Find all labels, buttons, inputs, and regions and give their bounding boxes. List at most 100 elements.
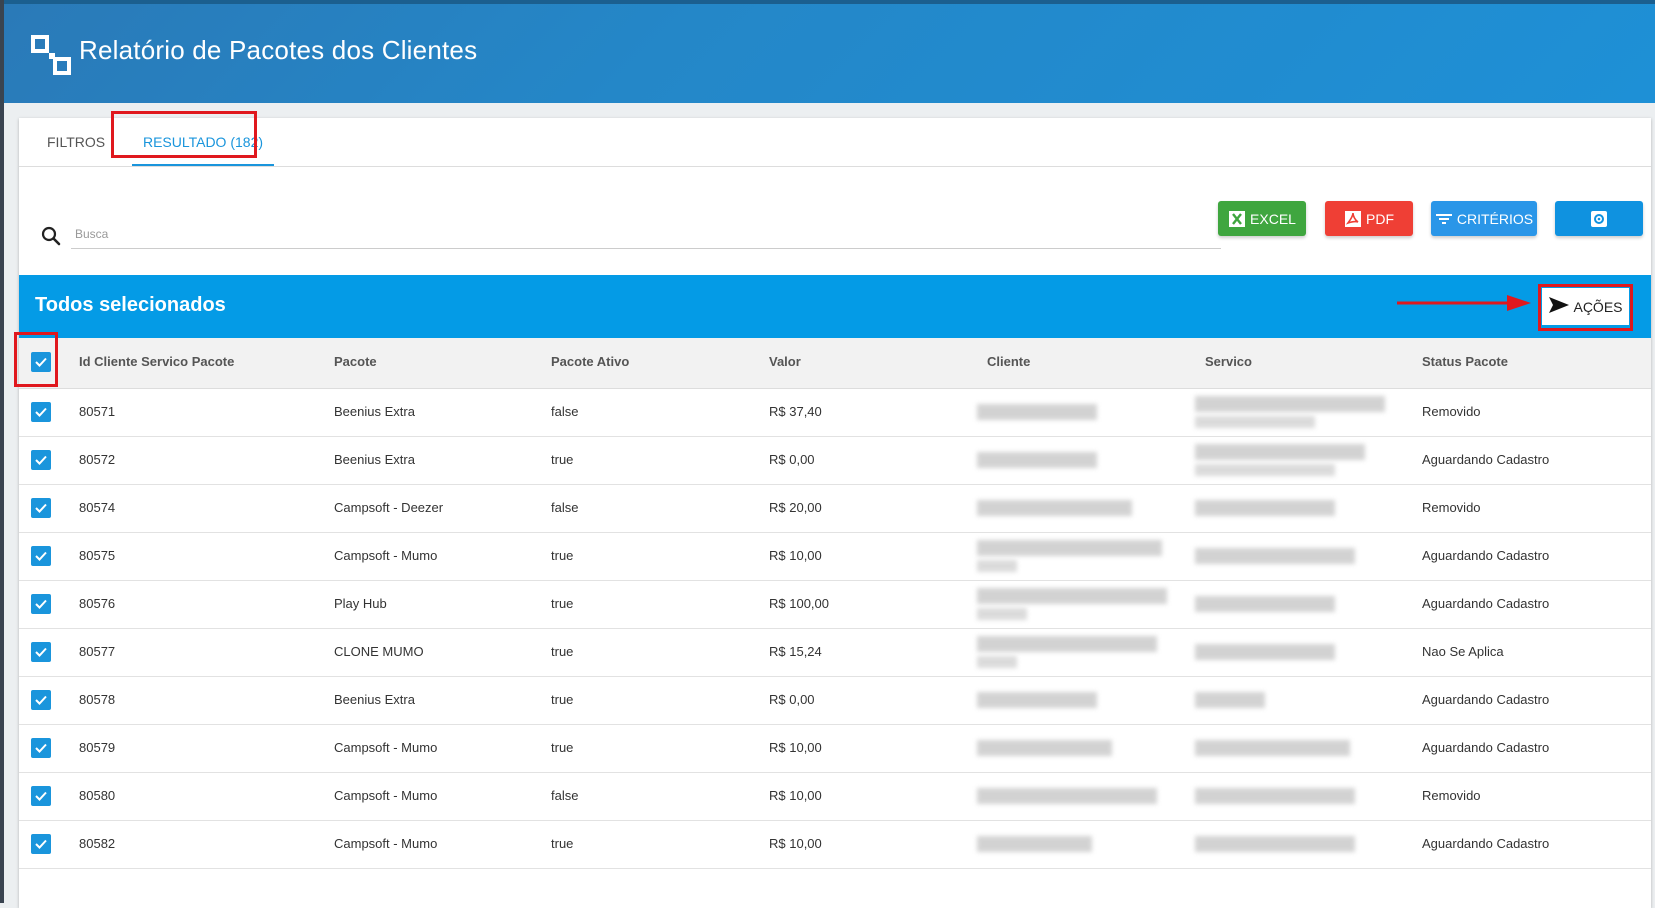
column-header-servico[interactable]: Servico (1205, 338, 1252, 386)
cell-pacote: Campsoft - Mumo (334, 836, 438, 851)
cell-valor: R$ 37,40 (769, 404, 822, 419)
row-checkbox[interactable] (31, 834, 51, 854)
cell-servico-redacted-line (1195, 464, 1335, 476)
cell-cliente-redacted (977, 692, 1097, 708)
criterios-button-label: CRITÉRIOS (1456, 210, 1534, 227)
cell-cliente-redacted (977, 636, 1157, 652)
cell-id: 80574 (79, 500, 116, 515)
acoes-button-label: AÇÕES (1573, 298, 1623, 315)
table-row[interactable]: 80574 Campsoft - Deezer false R$ 20,00 Remov… (19, 484, 1651, 533)
cell-pacote-ativo: true (551, 452, 574, 467)
table-row[interactable]: 80572 Beenius Extra true R$ 0,00 Aguardando … (19, 436, 1651, 485)
acoes-button[interactable]: AÇÕES (1542, 288, 1629, 325)
row-checkbox[interactable] (31, 786, 51, 806)
search-input[interactable] (71, 220, 1221, 249)
page-title: Relatório de Pacotes dos Clientes (79, 35, 478, 65)
cell-cliente-redacted (977, 452, 1097, 468)
cell-servico-redacted (1195, 644, 1335, 660)
settings-button[interactable] (1555, 201, 1643, 236)
column-header-id[interactable]: Id Cliente Servico Pacote (79, 338, 234, 386)
cell-status-pacote: Aguardando Cadastro (1422, 452, 1550, 467)
cell-cliente-redacted (977, 540, 1162, 556)
table-row[interactable]: 80577 CLONE MUMO true R$ 15,24 Nao Se Aplica (19, 628, 1651, 677)
tab-filtros[interactable]: FILTROS (47, 118, 117, 166)
cell-status-pacote: Aguardando Cadastro (1422, 836, 1550, 851)
select-all-checkbox[interactable] (31, 352, 51, 372)
cell-status-pacote: Removido (1422, 500, 1481, 515)
column-header-valor[interactable]: Valor (769, 338, 801, 386)
excel-icon (1228, 210, 1246, 228)
criterios-button[interactable]: CRITÉRIOS (1431, 201, 1537, 236)
cell-servico-redacted (1195, 548, 1355, 564)
row-checkbox[interactable] (31, 546, 51, 566)
cell-valor: R$ 10,00 (769, 836, 822, 851)
cell-servico-redacted (1195, 740, 1350, 756)
cell-servico-redacted (1195, 596, 1335, 612)
row-checkbox[interactable] (31, 594, 51, 614)
row-checkbox[interactable] (31, 498, 51, 518)
cell-cliente-redacted (977, 740, 1112, 756)
cell-status-pacote: Aguardando Cadastro (1422, 692, 1550, 707)
cell-pacote: Campsoft - Deezer (334, 500, 444, 515)
table-row[interactable]: 80579 Campsoft - Mumo true R$ 10,00 Aguardan… (19, 724, 1651, 773)
cell-valor: R$ 15,24 (769, 644, 822, 659)
cell-pacote: Beenius Extra (334, 452, 415, 467)
cell-pacote: Beenius Extra (334, 404, 415, 419)
cell-servico-redacted (1195, 836, 1355, 852)
red-arrow-annotation (1397, 295, 1531, 311)
column-header-cliente[interactable]: Cliente (987, 338, 1030, 386)
table-row[interactable]: 80578 Beenius Extra true R$ 0,00 Aguardando … (19, 676, 1651, 725)
table-row[interactable]: 80582 Campsoft - Mumo true R$ 10,00 Aguardan… (19, 820, 1651, 869)
pdf-button[interactable]: PDF (1325, 201, 1413, 236)
cell-servico-redacted (1195, 396, 1385, 412)
cell-pacote: Campsoft - Mumo (334, 548, 438, 563)
row-checkbox[interactable] (31, 402, 51, 422)
send-icon (1548, 296, 1570, 317)
cell-id: 80577 (79, 644, 116, 659)
row-checkbox[interactable] (31, 690, 51, 710)
cell-valor: R$ 0,00 (769, 452, 815, 467)
row-checkbox[interactable] (31, 738, 51, 758)
cell-status-pacote: Aguardando Cadastro (1422, 740, 1550, 755)
selection-status: Todos selecionados (35, 294, 226, 316)
column-header-status-pacote[interactable]: Status Pacote (1422, 338, 1508, 386)
tab-bar: FILTROS RESULTADO (182) (19, 118, 1651, 167)
column-header-pacote-ativo[interactable]: Pacote Ativo (551, 338, 629, 386)
cell-pacote-ativo: true (551, 644, 574, 659)
cell-id: 80582 (79, 836, 116, 851)
left-edge-strip (0, 0, 4, 903)
table-row[interactable]: 80575 Campsoft - Mumo true R$ 10,00 Aguardan… (19, 532, 1651, 581)
cell-cliente-redacted (977, 788, 1157, 804)
cell-status-pacote: Aguardando Cadastro (1422, 548, 1550, 563)
row-checkbox[interactable] (31, 450, 51, 470)
excel-button[interactable]: EXCEL (1218, 201, 1306, 236)
cell-valor: R$ 10,00 (769, 740, 822, 755)
cell-pacote-ativo: true (551, 740, 574, 755)
cell-valor: R$ 100,00 (769, 596, 829, 611)
cell-id: 80578 (79, 692, 116, 707)
tab-resultado[interactable]: RESULTADO (182) (132, 118, 274, 166)
page-header: Relatório de Pacotes dos Clientes (4, 0, 1655, 103)
cell-status-pacote: Removido (1422, 788, 1481, 803)
column-header-pacote[interactable]: Pacote (334, 338, 377, 386)
cell-servico-redacted (1195, 500, 1335, 516)
cell-status-pacote: Nao Se Aplica (1422, 644, 1504, 659)
cell-pacote-ativo: false (551, 500, 579, 515)
table-row[interactable]: 80576 Play Hub true R$ 100,00 Aguardando Cad… (19, 580, 1651, 629)
search-icon (39, 224, 63, 248)
cell-pacote-ativo: false (551, 788, 579, 803)
cell-pacote: Campsoft - Mumo (334, 740, 438, 755)
table-row[interactable]: 80580 Campsoft - Mumo false R$ 10,00 Removid… (19, 772, 1651, 821)
cell-id: 80572 (79, 452, 116, 467)
cell-pacote: Play Hub (334, 596, 387, 611)
table-header: Id Cliente Servico Pacote Pacote Pacote … (19, 338, 1651, 389)
row-checkbox[interactable] (31, 642, 51, 662)
cell-status-pacote: Removido (1422, 404, 1481, 419)
pdf-button-label: PDF (1366, 210, 1394, 227)
table-row[interactable]: 80571 Beenius Extra false R$ 37,40 Removido (19, 388, 1651, 437)
cell-servico-redacted (1195, 788, 1355, 804)
cell-pacote: Beenius Extra (334, 692, 415, 707)
gear-icon (1589, 209, 1609, 229)
cell-pacote-ativo: true (551, 596, 574, 611)
cell-id: 80579 (79, 740, 116, 755)
